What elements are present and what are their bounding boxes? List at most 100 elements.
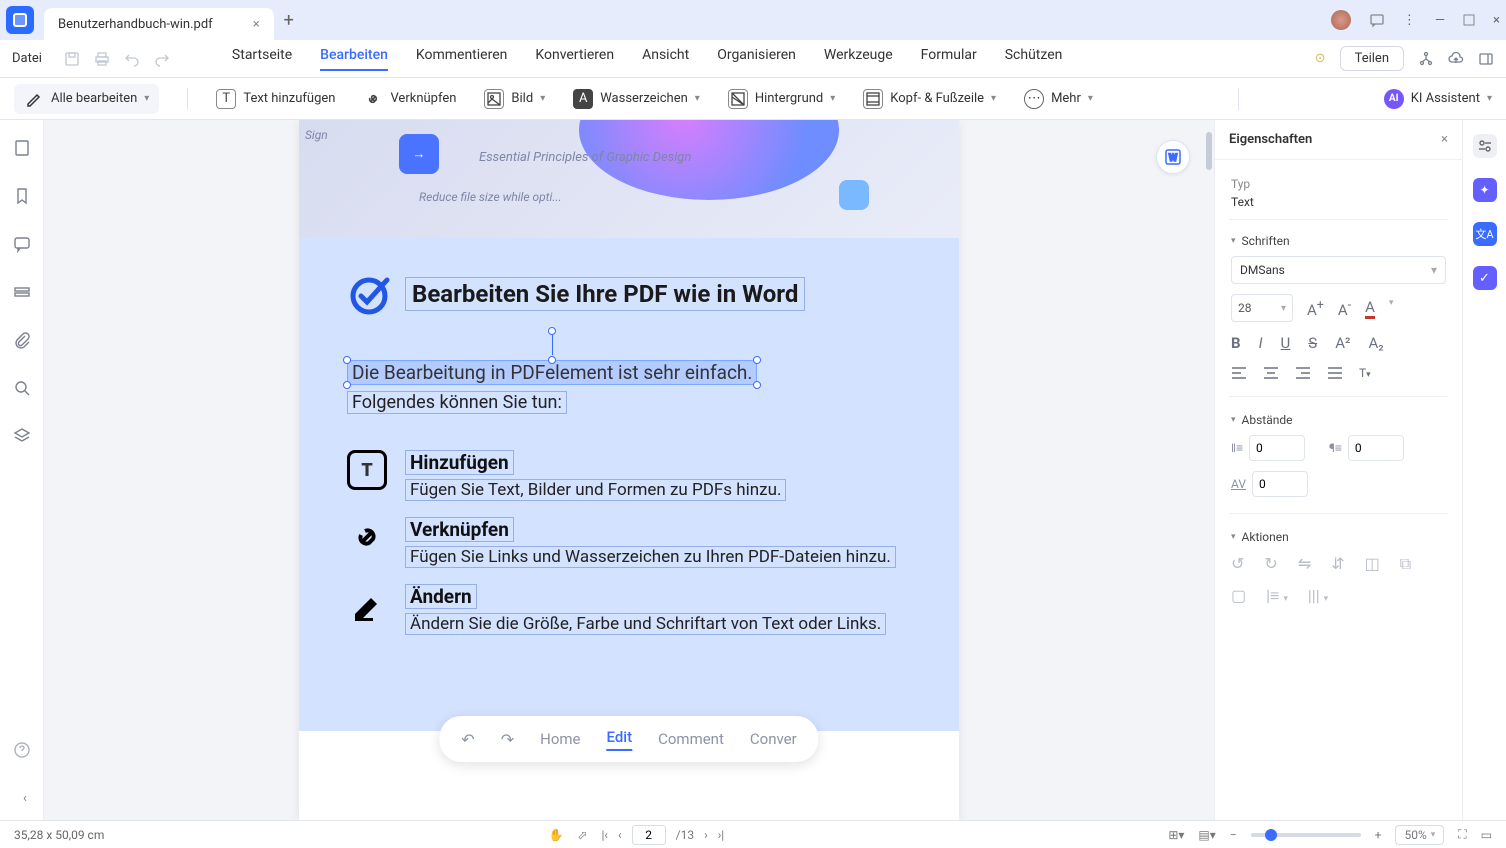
hand-tool-icon[interactable]: ✋ xyxy=(548,828,563,842)
window-maximize-icon[interactable] xyxy=(1463,14,1475,26)
align-objects-icon[interactable]: |≡ ▾ xyxy=(1266,586,1288,606)
sitemap-icon[interactable] xyxy=(1418,51,1434,67)
zoom-slider[interactable] xyxy=(1251,833,1361,837)
scrollbar-thumb[interactable] xyxy=(1206,132,1212,170)
document-page[interactable]: Sign → Essential Principles of Graphic D… xyxy=(299,120,959,820)
fonts-section[interactable]: Schriften xyxy=(1231,234,1446,248)
undo-icon[interactable] xyxy=(124,51,140,67)
proofread-icon[interactable]: ✓ xyxy=(1473,266,1497,290)
bold-icon[interactable]: B xyxy=(1231,334,1241,352)
zoom-in-icon[interactable]: + xyxy=(1375,828,1382,842)
align-right-icon[interactable] xyxy=(1295,366,1311,380)
reading-mode-icon[interactable]: ▭ xyxy=(1481,828,1492,842)
rotate-right-icon[interactable]: ↻ xyxy=(1264,554,1277,574)
menu-konvertieren[interactable]: Konvertieren xyxy=(535,47,614,71)
save-icon[interactable] xyxy=(64,51,80,67)
ai-assistant-button[interactable]: AIKI Assistent▾ xyxy=(1384,89,1492,109)
feature-title[interactable]: Verknüpfen xyxy=(405,517,514,542)
attachment-icon[interactable] xyxy=(12,330,32,350)
panel-toggle-icon[interactable] xyxy=(1478,51,1494,67)
pill-comment[interactable]: Comment xyxy=(658,730,724,748)
italic-icon[interactable]: I xyxy=(1259,334,1263,352)
help-icon[interactable] xyxy=(12,740,32,760)
menu-schützen[interactable]: Schützen xyxy=(1005,47,1063,71)
zoom-out-icon[interactable]: − xyxy=(1230,828,1237,842)
window-minimize-icon[interactable]: — xyxy=(1435,13,1445,28)
redo-icon[interactable] xyxy=(154,51,170,67)
cloud-upload-icon[interactable] xyxy=(1448,51,1464,67)
link-button[interactable]: Verknüpfen xyxy=(363,89,456,109)
align-center-icon[interactable] xyxy=(1263,366,1279,380)
actions-section[interactable]: Aktionen xyxy=(1231,530,1446,544)
collapse-sidebar-icon[interactable]: ‹ xyxy=(15,788,35,808)
strikethrough-icon[interactable]: S xyxy=(1308,334,1317,352)
comment-panel-icon[interactable] xyxy=(12,234,32,254)
user-avatar[interactable] xyxy=(1331,10,1351,30)
feature-desc[interactable]: Ändern Sie die Größe, Farbe und Schrifta… xyxy=(405,613,886,635)
file-menu[interactable]: Datei xyxy=(12,51,42,66)
fullscreen-icon[interactable]: ⛶ xyxy=(1458,827,1466,842)
last-page-icon[interactable]: ›| xyxy=(718,828,725,842)
selected-text-block[interactable]: Die Bearbeitung in PDFelement ist sehr e… xyxy=(347,360,757,385)
close-panel-icon[interactable]: × xyxy=(1441,132,1448,147)
flip-vertical-icon[interactable]: ⇵ xyxy=(1331,554,1344,574)
line-spacing-input[interactable] xyxy=(1249,435,1305,461)
crop-icon[interactable]: ◫ xyxy=(1365,554,1380,574)
text-direction-icon[interactable]: T▾ xyxy=(1359,366,1371,380)
export-word-badge[interactable]: W xyxy=(1156,140,1190,174)
flip-horizontal-icon[interactable]: ⇋ xyxy=(1298,554,1311,574)
document-tab[interactable]: Benutzerhandbuch-win.pdf × xyxy=(44,8,274,40)
spacing-section[interactable]: Abstände xyxy=(1231,413,1446,427)
decrease-font-icon[interactable]: A- xyxy=(1338,298,1351,319)
feature-title[interactable]: Ändern xyxy=(405,584,477,609)
more-button[interactable]: ⋯Mehr▾ xyxy=(1024,89,1093,109)
window-close-icon[interactable]: × xyxy=(1493,13,1500,28)
menu-kommentieren[interactable]: Kommentieren xyxy=(416,47,507,71)
search-icon[interactable] xyxy=(12,378,32,398)
increase-font-icon[interactable]: A+ xyxy=(1307,298,1324,319)
menu-startseite[interactable]: Startseite xyxy=(232,47,292,71)
char-spacing-input[interactable] xyxy=(1252,471,1308,497)
properties-toggle-icon[interactable] xyxy=(1473,134,1497,158)
rotate-left-icon[interactable]: ↺ xyxy=(1231,554,1244,574)
menu-ansicht[interactable]: Ansicht xyxy=(642,47,689,71)
background-button[interactable]: Hintergrund▾ xyxy=(728,89,835,109)
select-tool-icon[interactable]: ⬀ xyxy=(577,828,587,842)
zoom-select[interactable]: 50% ▾ xyxy=(1395,825,1444,845)
pill-undo-icon[interactable]: ↶ xyxy=(461,730,474,749)
fields-icon[interactable] xyxy=(12,282,32,302)
first-page-icon[interactable]: |‹ xyxy=(601,828,608,842)
subscript-icon[interactable]: A₂ xyxy=(1368,334,1383,352)
view-mode-icon[interactable]: ▤▾ xyxy=(1198,828,1215,842)
font-size-select[interactable]: 28▾ xyxy=(1231,294,1293,322)
translate-icon[interactable]: 文A xyxy=(1473,222,1497,246)
header-footer-button[interactable]: Kopf- & Fußzeile▾ xyxy=(863,89,996,109)
comments-icon[interactable] xyxy=(1369,12,1385,28)
menu-organisieren[interactable]: Organisieren xyxy=(717,47,796,71)
replace-icon[interactable]: ▢ xyxy=(1231,586,1246,606)
feature-title[interactable]: Hinzufügen xyxy=(405,450,514,475)
pill-edit[interactable]: Edit xyxy=(606,728,632,751)
font-color-icon[interactable]: A xyxy=(1365,298,1375,319)
distribute-icon[interactable]: ||| ▾ xyxy=(1308,586,1328,606)
menu-werkzeuge[interactable]: Werkzeuge xyxy=(824,47,893,71)
pill-home[interactable]: Home xyxy=(540,730,580,748)
ai-chat-icon[interactable]: ✦ xyxy=(1473,178,1497,202)
new-tab-button[interactable]: + xyxy=(284,10,294,31)
bookmark-icon[interactable] xyxy=(12,186,32,206)
thumbnails-icon[interactable] xyxy=(12,138,32,158)
pill-redo-icon[interactable]: ↷ xyxy=(501,730,514,749)
edit-all-button[interactable]: Alle bearbeiten▾ xyxy=(14,84,159,114)
page-heading[interactable]: Bearbeiten Sie Ihre PDF wie in Word xyxy=(405,277,805,311)
font-family-select[interactable]: DMSans▾ xyxy=(1231,256,1446,284)
text-block[interactable]: Folgendes können Sie tun: xyxy=(347,391,567,414)
superscript-icon[interactable]: A² xyxy=(1335,334,1350,352)
next-page-icon[interactable]: › xyxy=(704,828,708,842)
watermark-button[interactable]: AWasserzeichen▾ xyxy=(573,89,700,109)
layers-icon[interactable] xyxy=(12,426,32,446)
fit-page-icon[interactable]: ⊞▾ xyxy=(1168,828,1184,842)
align-left-icon[interactable] xyxy=(1231,366,1247,380)
page-number-input[interactable] xyxy=(632,825,666,845)
image-button[interactable]: Bild▾ xyxy=(484,89,545,109)
prev-page-icon[interactable]: ‹ xyxy=(618,828,622,842)
